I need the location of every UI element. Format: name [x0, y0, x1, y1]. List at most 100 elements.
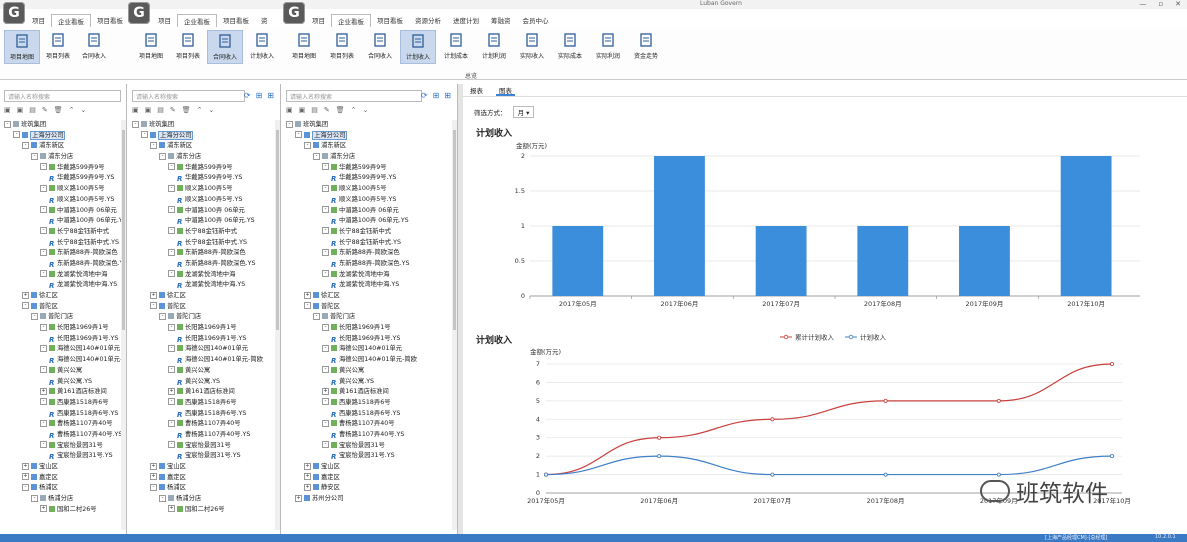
toggle-icon[interactable]: -	[141, 131, 148, 139]
toggle-icon[interactable]: -	[22, 302, 29, 310]
tree-node[interactable]: R 东新路88弄-简欧深色.YS	[132, 259, 280, 270]
ribbon-button[interactable]: 资金走势	[628, 30, 664, 64]
tree-node[interactable]: - 华戴路599弄9号	[4, 163, 126, 174]
tab-report[interactable]: 报表	[467, 84, 486, 96]
close-icon[interactable]: ✕	[1175, 0, 1181, 8]
tree-node[interactable]: - 班筑集团	[4, 120, 126, 131]
tree-node[interactable]: + 黄161酒店标准间	[286, 387, 457, 398]
tree-node[interactable]: - 东新路88弄-简欧深色	[132, 248, 280, 259]
toggle-icon[interactable]: +	[150, 462, 157, 470]
menu-item[interactable]: 资源分析	[409, 14, 447, 26]
tree-node[interactable]: R 龙湖紫悦湾地中海.YS	[4, 280, 126, 291]
toggle-icon[interactable]: -	[40, 366, 47, 374]
tree-node[interactable]: R 西康路1518弄6号.YS	[4, 409, 126, 420]
toggle-icon[interactable]: +	[22, 462, 29, 470]
tree-node[interactable]: - 普陀门店	[132, 312, 280, 323]
tree-node[interactable]: + 苏州分公司	[286, 494, 457, 505]
toggle-icon[interactable]: -	[286, 120, 293, 128]
tab-chart[interactable]: 图表	[496, 84, 515, 96]
toggle-icon[interactable]: -	[40, 270, 47, 278]
tree-node[interactable]: R 黄兴公寓.YS	[286, 377, 457, 388]
toggle-icon[interactable]: -	[132, 120, 139, 128]
edit-icon[interactable]: ✎	[170, 106, 176, 114]
toggle-icon[interactable]: -	[322, 366, 329, 374]
ribbon-button[interactable]: 合同收入	[76, 30, 112, 64]
tree-node[interactable]: R 黄兴公寓.YS	[132, 377, 280, 388]
menu-item[interactable]: 项目	[26, 14, 51, 26]
tree-node[interactable]: - 华戴路599弄9号	[132, 163, 280, 174]
tree-node[interactable]: R 长阳路1969弄1号.YS	[4, 334, 126, 345]
toggle-icon[interactable]: -	[322, 270, 329, 278]
tree-node[interactable]: + 宝山区	[132, 462, 280, 473]
tree-node[interactable]: R海德公园140#01单元-简欧	[4, 355, 126, 366]
tree-node[interactable]: + 宝山区	[286, 462, 457, 473]
ribbon-button[interactable]: 项目地图	[4, 30, 40, 64]
toggle-icon[interactable]: -	[31, 312, 38, 320]
menu-item[interactable]: 项目看板	[371, 14, 409, 26]
toggle-icon[interactable]: +	[40, 387, 47, 395]
tree-node[interactable]: - 上海分公司	[286, 130, 457, 142]
toggle-icon[interactable]: +	[295, 494, 302, 502]
ribbon-button[interactable]: 计划成本	[438, 30, 474, 64]
tree-node[interactable]: R 曹杨路1107弄40号.YS	[4, 430, 126, 441]
tree-node[interactable]: - 普陀区	[132, 302, 280, 313]
expand-icon[interactable]: ⊞	[256, 91, 263, 100]
delete-icon[interactable]: 🗑	[182, 106, 191, 114]
tree-node[interactable]: R 宝宸怡景园31号.YS	[4, 451, 126, 462]
add-icon[interactable]: ▣	[4, 106, 11, 114]
tree-node[interactable]: - 杨浦区	[4, 483, 126, 494]
legend-label[interactable]: 累计计划收入	[795, 333, 835, 342]
toggle-icon[interactable]: -	[150, 141, 157, 149]
tree-node[interactable]: + 嘉定区	[132, 473, 280, 484]
toggle-icon[interactable]: -	[22, 483, 29, 491]
tree-node[interactable]: - 长阳路1969弄1号	[286, 323, 457, 334]
toggle-icon[interactable]: -	[40, 441, 47, 449]
tree-node[interactable]: - 宝宸怡景园31号	[4, 441, 126, 452]
move-up-icon[interactable]: ⌃	[69, 106, 75, 114]
tree-node[interactable]: - 杨浦区	[132, 483, 280, 494]
tree-node[interactable]: - 长宁88金钰新中式	[4, 227, 126, 238]
menu-item[interactable]: 资	[255, 14, 274, 26]
tree-node[interactable]: - 顺义路100弄5号	[132, 184, 280, 195]
tree-node[interactable]: R 长宁88金钰新中式.YS	[4, 238, 126, 249]
tree-node[interactable]: R 顺义路100弄5号.YS	[4, 195, 126, 206]
toggle-icon[interactable]: -	[40, 227, 47, 235]
tree-node[interactable]: R 华戴路599弄9号.YS	[286, 173, 457, 184]
tree-node[interactable]: - 班筑集团	[132, 120, 280, 131]
toggle-icon[interactable]: -	[40, 398, 47, 406]
tree-node[interactable]: - 中湄路100弄 06单元	[4, 206, 126, 217]
tree-node[interactable]: - 顺义路100弄5号	[4, 184, 126, 195]
filter-select[interactable]: 月 ▾	[512, 106, 535, 118]
toggle-icon[interactable]: +	[304, 473, 311, 481]
tree-node[interactable]: + 宝山区	[4, 462, 126, 473]
tree-node[interactable]: - 曹杨路1107弄40号	[286, 419, 457, 430]
tree-node[interactable]: R 宝宸怡景园31号.YS	[132, 451, 280, 462]
add-child-icon[interactable]: ▣	[299, 106, 306, 114]
toggle-icon[interactable]: -	[31, 494, 38, 502]
move-up-icon[interactable]: ⌃	[197, 106, 203, 114]
menu-item[interactable]: 项目看板	[91, 14, 129, 26]
tree-node[interactable]: R 龙湖紫悦湾地中海.YS	[132, 280, 280, 291]
tree-node[interactable]: - 浦东分店	[132, 152, 280, 163]
toggle-icon[interactable]: -	[322, 206, 329, 213]
app-logo[interactable]: G	[128, 2, 150, 24]
tree-node[interactable]: R 顺义路100弄5号.YS	[132, 195, 280, 206]
ribbon-button[interactable]: 实际收入	[514, 30, 550, 64]
ribbon-button[interactable]: 项目列表	[40, 30, 76, 64]
tree-node[interactable]: - 浦东新区	[286, 141, 457, 152]
tree-node[interactable]: - 东新路88弄-简欧深色	[4, 248, 126, 259]
delete-icon[interactable]: 🗑	[336, 106, 345, 114]
add-icon[interactable]: ▣	[132, 106, 139, 114]
tree-search-input[interactable]: 请输入名称搜索	[4, 90, 121, 102]
tree-node[interactable]: R 曹杨路1107弄40号.YS	[132, 430, 280, 441]
tree-node[interactable]: - 长宁88金钰新中式	[132, 227, 280, 238]
tree-node[interactable]: + 国和二村26号	[132, 505, 280, 516]
toggle-icon[interactable]: -	[40, 419, 47, 427]
tree-search-input[interactable]: 请输入名称搜索	[132, 90, 245, 102]
ribbon-button[interactable]: 项目地图	[133, 30, 169, 64]
menu-item[interactable]: 进度计划	[447, 14, 485, 26]
tree-node[interactable]: + 静安区	[286, 483, 457, 494]
tree-node[interactable]: - 黄兴公寓	[4, 366, 126, 377]
toggle-icon[interactable]: -	[304, 302, 311, 310]
toggle-icon[interactable]: -	[159, 152, 166, 160]
